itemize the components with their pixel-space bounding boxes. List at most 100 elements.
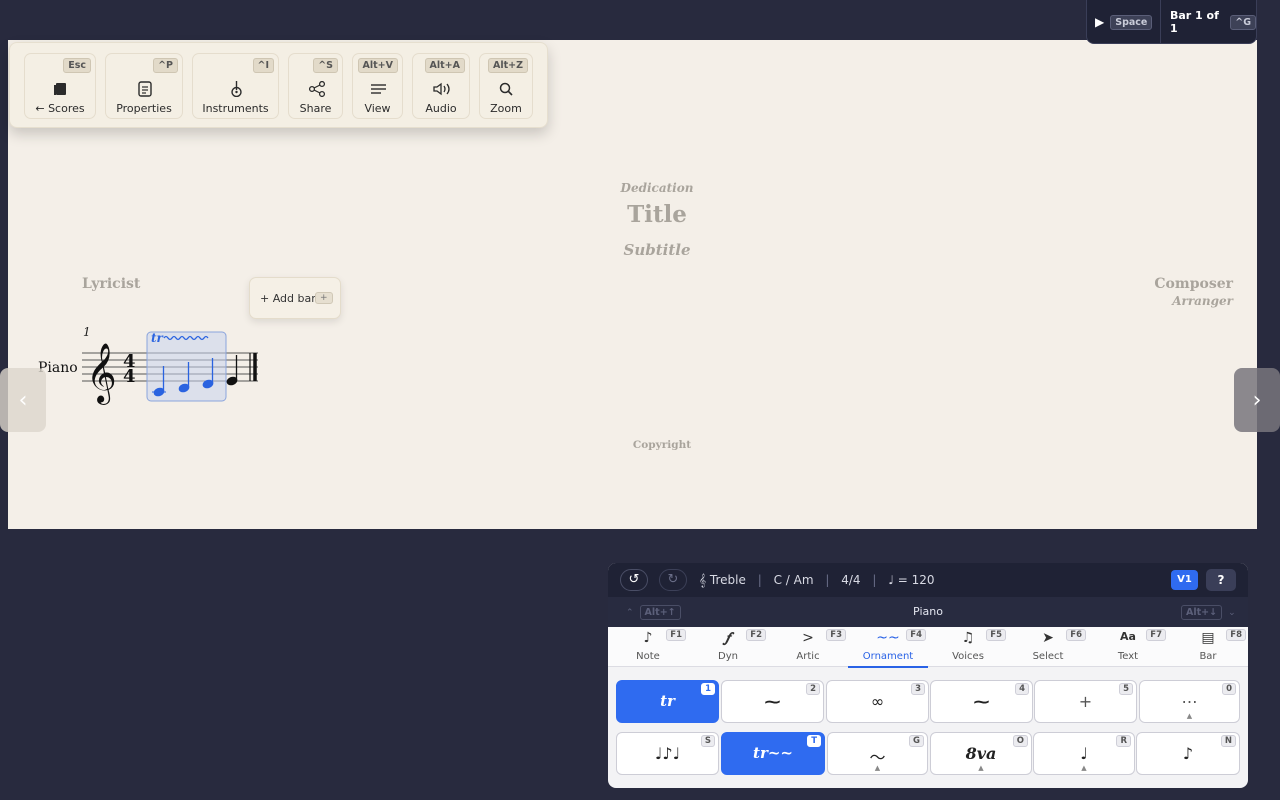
scores-button[interactable]: Esc ← Scores [24, 53, 96, 119]
tab-dyn[interactable]: 𝆑 F2 Dyn [688, 627, 768, 667]
time-info: 4/4 [841, 573, 861, 587]
score-subtitle[interactable]: Subtitle [557, 241, 757, 259]
shortcut-badge: Alt+Z [488, 58, 528, 73]
key-info: C / Am [773, 573, 814, 587]
current-instrument: Piano [913, 605, 943, 618]
tab-artic[interactable]: > F3 Artic [768, 627, 848, 667]
dedication[interactable]: Dedication [557, 181, 757, 195]
magnifier-icon [499, 82, 513, 96]
redo-button[interactable]: ↻ [659, 569, 687, 591]
help-button[interactable]: ? [1206, 569, 1236, 591]
ornament-grace-note-button[interactable]: N ♪ [1136, 732, 1240, 775]
tab-shortcut: F2 [746, 629, 766, 641]
view-button-label: View [364, 102, 391, 115]
share-button[interactable]: ^S Share [288, 53, 343, 119]
go-to-bar-button[interactable]: Bar 1 of 1 ^G [1170, 9, 1256, 35]
ornament-trill-line-button[interactable]: T tr~~ [721, 732, 825, 775]
instruments-button-label: Instruments [202, 102, 269, 115]
next-page-button[interactable]: › [1234, 368, 1280, 432]
shortcut-badge: ^S [313, 58, 338, 73]
trill-icon: tr [660, 692, 675, 710]
chevron-left-icon: ‹ [18, 387, 28, 413]
arranger[interactable]: Arranger [1033, 294, 1233, 308]
previous-page-button[interactable]: ‹ [0, 368, 46, 432]
previous-instrument-button[interactable]: ⌃ Alt+↑ [626, 605, 681, 620]
undo-button[interactable]: ↺ [620, 569, 648, 591]
previous-instrument-shortcut: Alt+↑ [639, 605, 681, 620]
inverted-mordent-icon: ⁓ [973, 692, 990, 711]
turn-icon: ∞ [870, 692, 885, 711]
tab-bar[interactable]: ▤ F8 Bar [1168, 627, 1248, 667]
score-info[interactable]: 𝄞 Treble | C / Am | 4/4 | ♩ = 120 [699, 573, 935, 588]
share-button-label: Share [299, 102, 332, 115]
panel-status-bar: ↺ ↻ 𝄞 Treble | C / Am | 4/4 | ♩ = 120 V1… [608, 563, 1248, 597]
palette-panel: ↺ ↻ 𝄞 Treble | C / Am | 4/4 | ♩ = 120 V1… [608, 563, 1248, 788]
separator: | [872, 573, 877, 587]
tab-shortcut: F7 [1146, 629, 1166, 641]
clef-info: 𝄞 Treble [699, 573, 746, 587]
view-button[interactable]: Alt+V View [352, 53, 403, 119]
voice-badge[interactable]: V1 [1171, 570, 1198, 590]
next-instrument-shortcut: Alt+↓ [1181, 605, 1223, 620]
more-icon: … [1181, 688, 1198, 707]
mordent-icon: ⁓ [764, 692, 781, 711]
main-toolbar: Esc ← Scores ^P Properties ^I Instrument… [9, 42, 548, 128]
instrument-bar: ⌃ Alt+↑ Piano Alt+↓ ⌄ [608, 597, 1248, 627]
shortcut-badge: Alt+V [357, 58, 398, 73]
ornament-glissando-button[interactable]: G 〜 ▲ [827, 732, 928, 775]
tab-text[interactable]: Aa F7 Text [1088, 627, 1168, 667]
ornament-turn-button[interactable]: 3 ∞ [826, 680, 929, 723]
undo-icon: ↺ [628, 572, 640, 587]
ornament-inverted-mordent-button[interactable]: 4 ⁓ [930, 680, 1033, 723]
shortcut-badge: ^I [252, 58, 274, 73]
trill-line-icon: tr~~ [753, 744, 793, 762]
ornament-mordent-button[interactable]: 2 ⁓ [721, 680, 824, 723]
add-bar-label: + Add bar [260, 292, 316, 305]
score-title[interactable]: Title [557, 201, 757, 228]
ornament-ottava-button[interactable]: O 8va ▲ [930, 732, 1032, 775]
expand-triangle-icon: ▲ [874, 764, 881, 772]
play-button[interactable]: ▶ Space [1095, 12, 1153, 32]
redo-icon: ↻ [667, 572, 679, 587]
trill-ornament: tr [151, 331, 165, 345]
tab-voices[interactable]: ♫ F5 Voices [928, 627, 1008, 667]
separator: | [825, 573, 830, 587]
tab-ornament[interactable]: ~~ F4 Ornament [848, 627, 928, 668]
time-signature-bottom: 4 [123, 366, 136, 387]
tab-label: Voices [952, 651, 984, 662]
separator: | [757, 573, 762, 587]
ornament-plus-button[interactable]: 5 + [1034, 680, 1137, 723]
ornament-more-button[interactable]: 0 … ▲ [1139, 680, 1240, 723]
scores-button-label: ← Scores [35, 102, 85, 115]
tab-select[interactable]: ➤ F6 Select [1008, 627, 1088, 667]
divider [1160, 0, 1161, 44]
instruments-button[interactable]: ^I Instruments [192, 53, 279, 119]
next-instrument-button[interactable]: Alt+↓ ⌄ [1181, 605, 1236, 620]
lines-icon [371, 84, 386, 94]
tab-label: Ornament [862, 651, 914, 662]
expand-triangle-icon: ▲ [1186, 712, 1193, 720]
lyricist[interactable]: Lyricist [82, 276, 140, 292]
ornament-trill-button[interactable]: 1 tr [616, 680, 719, 723]
tempo-info: ♩ = 120 [888, 573, 935, 587]
copyright[interactable]: Copyright [562, 439, 762, 451]
tab-label: Text [1117, 651, 1139, 662]
share-icon [308, 81, 326, 97]
chevron-down-icon: ⌄ [1228, 607, 1236, 618]
ornament-grace-notes-button[interactable]: S ♩♪♩ [616, 732, 719, 775]
properties-button[interactable]: ^P Properties [105, 53, 183, 119]
tab-label: Bar [1199, 651, 1217, 662]
zoom-button-label: Zoom [490, 102, 522, 115]
tab-note[interactable]: ♪ F1 Note [608, 627, 688, 667]
audio-button[interactable]: Alt+A Audio [412, 53, 470, 119]
speaker-icon [433, 82, 450, 96]
shortcut-badge: Esc [63, 58, 91, 73]
playback-controls: ▶ Space Bar 1 of 1 ^G [1086, 0, 1257, 44]
zoom-button[interactable]: Alt+Z Zoom [479, 53, 533, 119]
composer[interactable]: Composer [1033, 276, 1233, 292]
ornament-tremolo-button[interactable]: R ♩ ▲ [1033, 732, 1135, 775]
add-bar-button[interactable]: + Add bar + [249, 277, 341, 319]
staff[interactable]: 𝄞 4 4 tr [80, 330, 265, 410]
tab-shortcut: F1 [666, 629, 686, 641]
treble-clef: 𝄞 [86, 343, 117, 405]
